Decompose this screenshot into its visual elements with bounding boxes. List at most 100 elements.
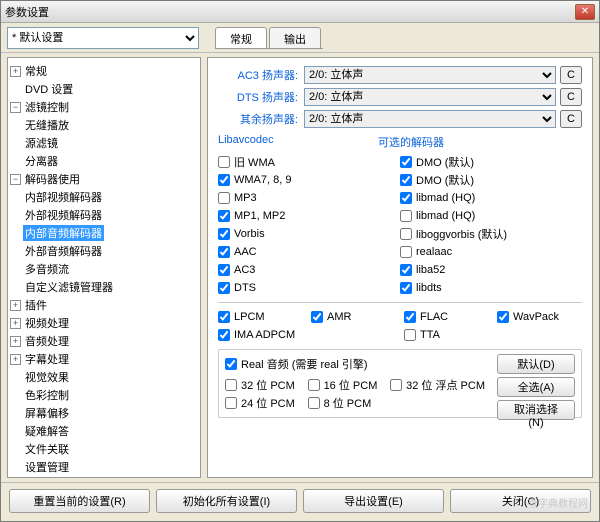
collapse-icon[interactable]: − <box>10 102 21 113</box>
expand-icon[interactable]: + <box>10 318 21 329</box>
expand-icon[interactable]: + <box>10 66 21 77</box>
checkbox[interactable] <box>400 264 412 276</box>
checkbox[interactable] <box>390 379 402 391</box>
c-button[interactable]: C <box>560 88 582 106</box>
checkbox[interactable] <box>225 397 237 409</box>
tree-node[interactable]: 内部音频解码器 <box>10 224 198 242</box>
tree-node[interactable]: 多音频流 <box>10 260 198 278</box>
checkbox[interactable] <box>218 174 230 186</box>
checkbox[interactable] <box>404 329 416 341</box>
checkbox[interactable] <box>400 192 412 204</box>
tree-node[interactable]: −滤镜控制 <box>10 98 198 116</box>
init-button[interactable]: 初始化所有设置(I) <box>156 489 297 513</box>
checkbox[interactable] <box>218 192 230 204</box>
tree-node[interactable]: +常规 <box>10 62 198 80</box>
speaker-select[interactable]: 2/0: 立体声 <box>304 66 556 84</box>
tree-node[interactable]: 自定义滤镜管理器 <box>10 278 198 296</box>
checkbox[interactable] <box>218 264 230 276</box>
checkbox[interactable] <box>400 246 412 258</box>
expand-icon[interactable]: + <box>10 300 21 311</box>
pcm-checkbox[interactable]: 16 位 PCM <box>308 377 383 393</box>
checkbox[interactable] <box>400 174 412 186</box>
codec-checkbox[interactable]: 旧 WMA <box>218 154 400 170</box>
checkbox[interactable] <box>308 397 320 409</box>
tree-node[interactable]: +音频处理 <box>10 332 198 350</box>
pcm-checkbox[interactable]: 24 位 PCM <box>225 395 300 411</box>
reset-button[interactable]: 重置当前的设置(R) <box>9 489 150 513</box>
speaker-select[interactable]: 2/0: 立体声 <box>304 110 556 128</box>
decoder-checkbox[interactable]: liboggvorbis (默认) <box>400 226 582 242</box>
checkbox[interactable] <box>400 228 412 240</box>
tree-node[interactable]: 视觉效果 <box>10 368 198 386</box>
decoder-checkbox[interactable]: libdts <box>400 280 582 296</box>
tree-node[interactable]: −解码器使用 <box>10 170 198 188</box>
checkbox[interactable] <box>218 311 230 323</box>
select-all-button[interactable]: 全选(A) <box>497 377 575 397</box>
checkbox[interactable] <box>225 379 237 391</box>
decoder-checkbox[interactable]: DMO (默认) <box>400 154 582 170</box>
checkbox[interactable] <box>218 246 230 258</box>
checkbox[interactable] <box>218 156 230 168</box>
lossless-checkbox[interactable]: FLAC <box>404 309 489 325</box>
lossless-checkbox[interactable]: LPCM <box>218 309 303 325</box>
tree-node[interactable]: 分离器 <box>10 152 198 170</box>
codec-checkbox[interactable]: MP3 <box>218 190 400 206</box>
tree-node[interactable]: +视频处理 <box>10 314 198 332</box>
checkbox[interactable] <box>400 282 412 294</box>
expand-icon[interactable]: + <box>10 336 21 347</box>
lossless-checkbox[interactable]: WavPack <box>497 309 582 325</box>
codec-checkbox[interactable]: WMA7, 8, 9 <box>218 172 400 188</box>
real-title-checkbox[interactable]: Real 音频 (需要 real 引擎) <box>225 356 368 372</box>
checkbox[interactable] <box>311 311 323 323</box>
checkbox[interactable] <box>400 156 412 168</box>
checkbox[interactable] <box>218 210 230 222</box>
checkbox[interactable] <box>218 228 230 240</box>
c-button[interactable]: C <box>560 66 582 84</box>
tree-node[interactable]: 无缝播放 <box>10 116 198 134</box>
tree-node[interactable]: DVD 设置 <box>10 80 198 98</box>
pcm-checkbox[interactable]: 32 位 PCM <box>225 377 300 393</box>
decoder-checkbox[interactable]: realaac <box>400 244 582 260</box>
tree-node[interactable]: +字幕处理 <box>10 350 198 368</box>
checkbox[interactable] <box>218 282 230 294</box>
profile-select[interactable]: * 默认设置 <box>7 27 199 49</box>
decoder-checkbox[interactable]: DMO (默认) <box>400 172 582 188</box>
tab-general[interactable]: 常规 <box>215 27 267 48</box>
pcm-checkbox[interactable]: 32 位 浮点 PCM <box>390 377 485 393</box>
tree-node[interactable]: 屏幕偏移 <box>10 404 198 422</box>
tree-node[interactable]: 外部视频解码器 <box>10 206 198 224</box>
decoder-checkbox[interactable]: liba52 <box>400 262 582 278</box>
settings-tree[interactable]: +常规DVD 设置−滤镜控制无缝播放源滤镜分离器−解码器使用内部视频解码器外部视… <box>7 57 201 478</box>
tree-node[interactable]: 色彩控制 <box>10 386 198 404</box>
lossless-checkbox[interactable]: IMA ADPCM <box>218 327 303 343</box>
default-button[interactable]: 默认(D) <box>497 354 575 374</box>
lossless-checkbox[interactable]: TTA <box>404 327 489 343</box>
tree-node[interactable]: 外部音频解码器 <box>10 242 198 260</box>
checkbox[interactable] <box>400 210 412 222</box>
tab-output[interactable]: 输出 <box>269 27 321 48</box>
codec-checkbox[interactable]: AC3 <box>218 262 400 278</box>
expand-icon[interactable]: + <box>10 354 21 365</box>
decoder-checkbox[interactable]: libmad (HQ) <box>400 208 582 224</box>
close-icon[interactable]: ✕ <box>575 4 595 20</box>
tree-node[interactable]: +插件 <box>10 296 198 314</box>
close-button[interactable]: 关闭(C) <box>450 489 591 513</box>
checkbox[interactable] <box>308 379 320 391</box>
checkbox[interactable] <box>218 329 230 341</box>
lossless-checkbox[interactable]: AMR <box>311 309 396 325</box>
codec-checkbox[interactable]: AAC <box>218 244 400 260</box>
decoder-checkbox[interactable]: libmad (HQ) <box>400 190 582 206</box>
codec-checkbox[interactable]: DTS <box>218 280 400 296</box>
deselect-button[interactable]: 取消选择(N) <box>497 400 575 420</box>
codec-checkbox[interactable]: MP1, MP2 <box>218 208 400 224</box>
collapse-icon[interactable]: − <box>10 174 21 185</box>
pcm-checkbox[interactable]: 8 位 PCM <box>308 395 383 411</box>
checkbox[interactable] <box>404 311 416 323</box>
speaker-select[interactable]: 2/0: 立体声 <box>304 88 556 106</box>
codec-checkbox[interactable]: Vorbis <box>218 226 400 242</box>
tree-node[interactable]: 文件关联 <box>10 440 198 458</box>
c-button[interactable]: C <box>560 110 582 128</box>
tree-node[interactable]: 疑难解答 <box>10 422 198 440</box>
tree-node[interactable]: 源滤镜 <box>10 134 198 152</box>
export-button[interactable]: 导出设置(E) <box>303 489 444 513</box>
